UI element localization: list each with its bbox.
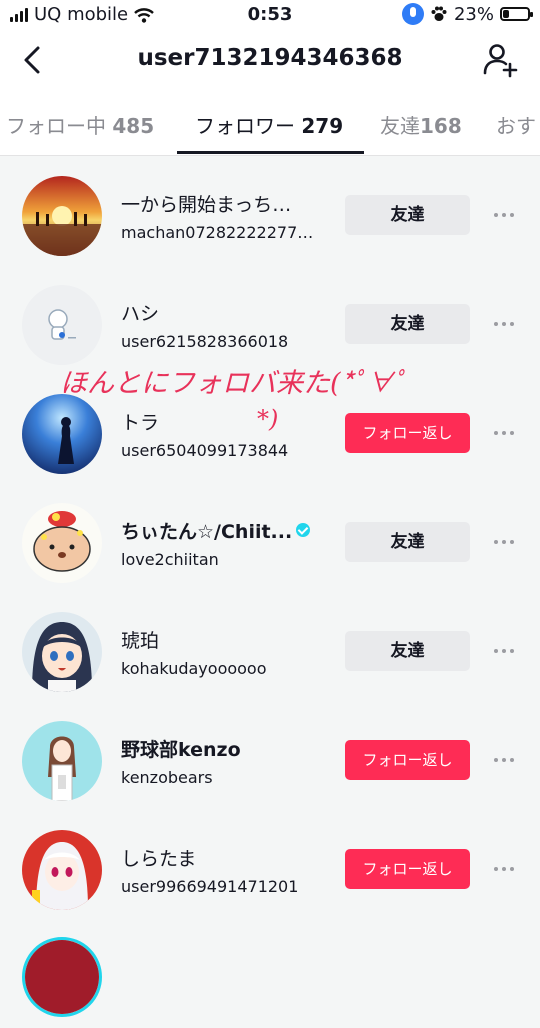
list-item[interactable]: しらたま user99669491471201 フォロー返し	[0, 810, 540, 919]
avatar[interactable]	[22, 721, 102, 801]
more-options-icon[interactable]	[494, 213, 514, 217]
list-item[interactable]: ハシ user6215828366018 友達	[0, 265, 540, 374]
more-options-icon[interactable]	[494, 322, 514, 326]
active-tab-indicator	[177, 151, 364, 154]
more-options-icon[interactable]	[494, 649, 514, 653]
handwritten-annotation: ほんとにフォロバ来た(*ﾟ∀ﾟ	[60, 368, 408, 399]
more-options-icon[interactable]	[494, 431, 514, 435]
list-item[interactable]: 野球部kenzo kenzobears フォロー返し	[0, 701, 540, 810]
tab-followers[interactable]: フォロワー 279	[195, 110, 343, 139]
avatar[interactable]	[22, 937, 102, 1017]
tab-followers-label: フォロワー	[195, 114, 295, 138]
follower-name: しらたま	[121, 848, 197, 870]
add-user-icon[interactable]	[482, 42, 518, 78]
follow-back-button[interactable]: フォロー返し	[345, 740, 470, 780]
microphone-icon	[401, 3, 424, 25]
follower-username: love2chiitan	[121, 550, 219, 569]
handwritten-annotation-continued: *)	[257, 405, 279, 433]
battery-percent: 23%	[453, 3, 494, 25]
follower-username: kenzobears	[121, 768, 213, 787]
tab-friends-count: 168	[420, 114, 462, 138]
tab-friends[interactable]: 友達168	[380, 110, 462, 139]
more-options-icon[interactable]	[494, 758, 514, 762]
follower-name: ハシ	[121, 303, 160, 325]
list-item[interactable]	[0, 919, 540, 1028]
follower-name: 琥珀	[121, 630, 160, 652]
tab-bar: フォロー中 485 フォロワー 279 友達168 おす	[0, 92, 540, 156]
follower-name: 野球部kenzo	[121, 739, 241, 761]
friends-button[interactable]: 友達	[345, 522, 470, 562]
avatar[interactable]	[22, 285, 102, 365]
list-item[interactable]: 一から開始まっち… machan07282222277… 友達	[0, 156, 540, 265]
friends-button[interactable]: 友達	[345, 195, 470, 235]
friends-button[interactable]: 友達	[345, 631, 470, 671]
friends-button[interactable]: 友達	[345, 304, 470, 344]
battery-icon	[500, 7, 533, 21]
list-item[interactable]: ちぃたん☆/Chiit... love2chiitan 友達	[0, 483, 540, 592]
paw-icon	[431, 6, 447, 21]
follower-name-text: ちぃたん☆/Chiit...	[121, 521, 293, 543]
avatar[interactable]	[22, 612, 102, 692]
list-item[interactable]: 琥珀 kohakudayoooooo 友達	[0, 592, 540, 701]
follow-back-button[interactable]: フォロー返し	[345, 849, 470, 889]
more-options-icon[interactable]	[494, 867, 514, 871]
follower-username: user6504099173844	[121, 441, 289, 460]
avatar[interactable]	[22, 503, 102, 583]
tab-following[interactable]: フォロー中 485	[6, 110, 154, 139]
status-bar: UQ mobile 0:53 23%	[0, 0, 540, 30]
follower-username: user6215828366018	[121, 332, 289, 351]
avatar[interactable]	[22, 830, 102, 910]
follow-back-button[interactable]: フォロー返し	[345, 413, 470, 453]
follower-username: user99669491471201	[121, 877, 299, 896]
follower-name: トラ	[121, 412, 160, 434]
page-title: user7132194346368	[137, 45, 403, 71]
tab-friends-label: 友達	[380, 114, 420, 138]
follower-name: ちぃたん☆/Chiit...	[121, 517, 331, 544]
tab-following-label: フォロー中	[6, 114, 106, 138]
follower-name: 一から開始まっち…	[121, 194, 292, 216]
verified-badge-icon	[296, 523, 311, 537]
tab-following-count: 485	[112, 114, 155, 138]
avatar[interactable]	[22, 176, 102, 256]
follower-username: machan07282222277…	[121, 223, 314, 242]
tab-followers-count: 279	[301, 114, 344, 138]
avatar[interactable]	[22, 394, 102, 474]
tab-suggested[interactable]: おす	[496, 110, 536, 139]
more-options-icon[interactable]	[494, 540, 514, 544]
tab-suggested-label: おす	[496, 114, 536, 138]
header: user7132194346368	[0, 30, 540, 92]
follower-username: kohakudayoooooo	[121, 659, 267, 678]
